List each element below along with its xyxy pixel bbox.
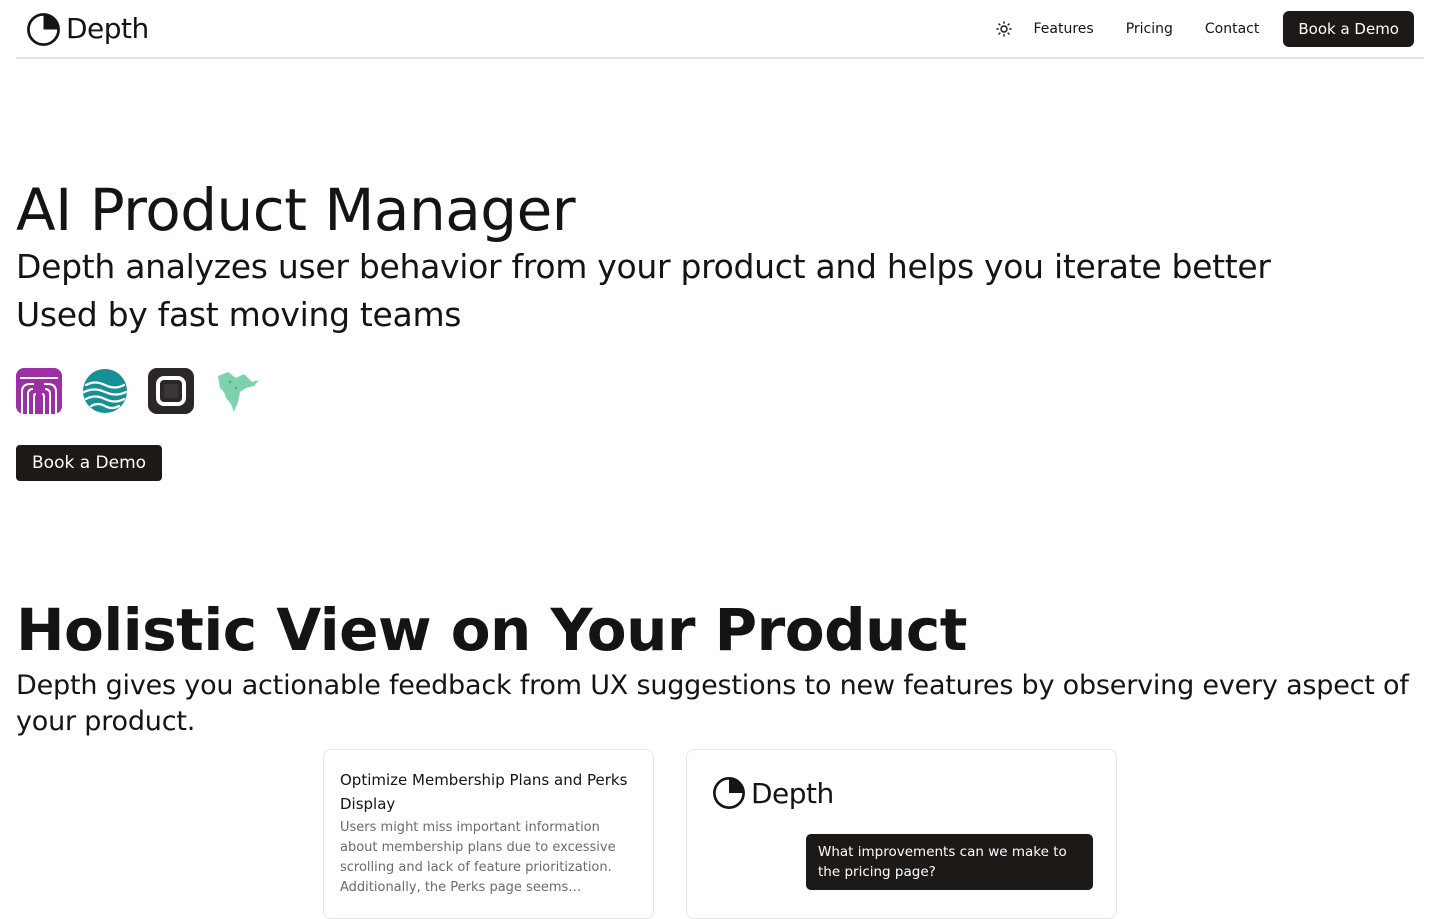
- hero-book-demo-button[interactable]: Book a Demo: [16, 445, 163, 481]
- teal-waves-logo: [82, 369, 128, 413]
- suggestion-card[interactable]: Optimize Membership Plans and Perks Disp…: [323, 749, 654, 919]
- nav-link-features[interactable]: Features: [1033, 21, 1093, 37]
- brand-name: Depth: [66, 12, 149, 45]
- suggestion-body: Users might miss important information a…: [340, 820, 616, 895]
- social-proof-text: Used by fast moving teams: [16, 295, 462, 334]
- nav-link-contact[interactable]: Contact: [1205, 21, 1259, 37]
- hero-title: AI Product Manager: [16, 176, 576, 244]
- customer-logos: [16, 368, 260, 414]
- green-bird-logo: [218, 372, 259, 412]
- nav-menu: Features Pricing Contact Book a Demo: [993, 11, 1414, 47]
- hero-subtitle: Depth analyzes user behavior from your p…: [16, 247, 1271, 286]
- chat-card-brand: Depth: [712, 776, 834, 810]
- purple-arches-logo: [16, 368, 62, 414]
- navbar: Depth Features Pricing Contact Book a De…: [16, 0, 1424, 59]
- depth-logo-icon: [713, 777, 745, 809]
- chat-card: Depth What improvements can we make to t…: [686, 749, 1117, 919]
- brand-logo-link[interactable]: Depth: [26, 11, 149, 47]
- chat-message-bubble: What improvements can we make to the pri…: [806, 834, 1093, 890]
- depth-logo-icon: [27, 12, 60, 46]
- nav-link-pricing[interactable]: Pricing: [1126, 21, 1173, 37]
- theme-toggle-button[interactable]: [993, 18, 1015, 40]
- section-subtitle: Depth gives you actionable feedback from…: [16, 670, 1409, 737]
- suggestion-title: Optimize Membership Plans and Perks Disp…: [340, 771, 628, 813]
- chat-card-brand-name: Depth: [751, 776, 834, 810]
- sun-icon: [996, 21, 1013, 37]
- dark-rounded-square-logo: [148, 368, 194, 414]
- nav-book-demo-button[interactable]: Book a Demo: [1283, 11, 1414, 47]
- section-title: Holistic View on Your Product: [16, 596, 968, 664]
